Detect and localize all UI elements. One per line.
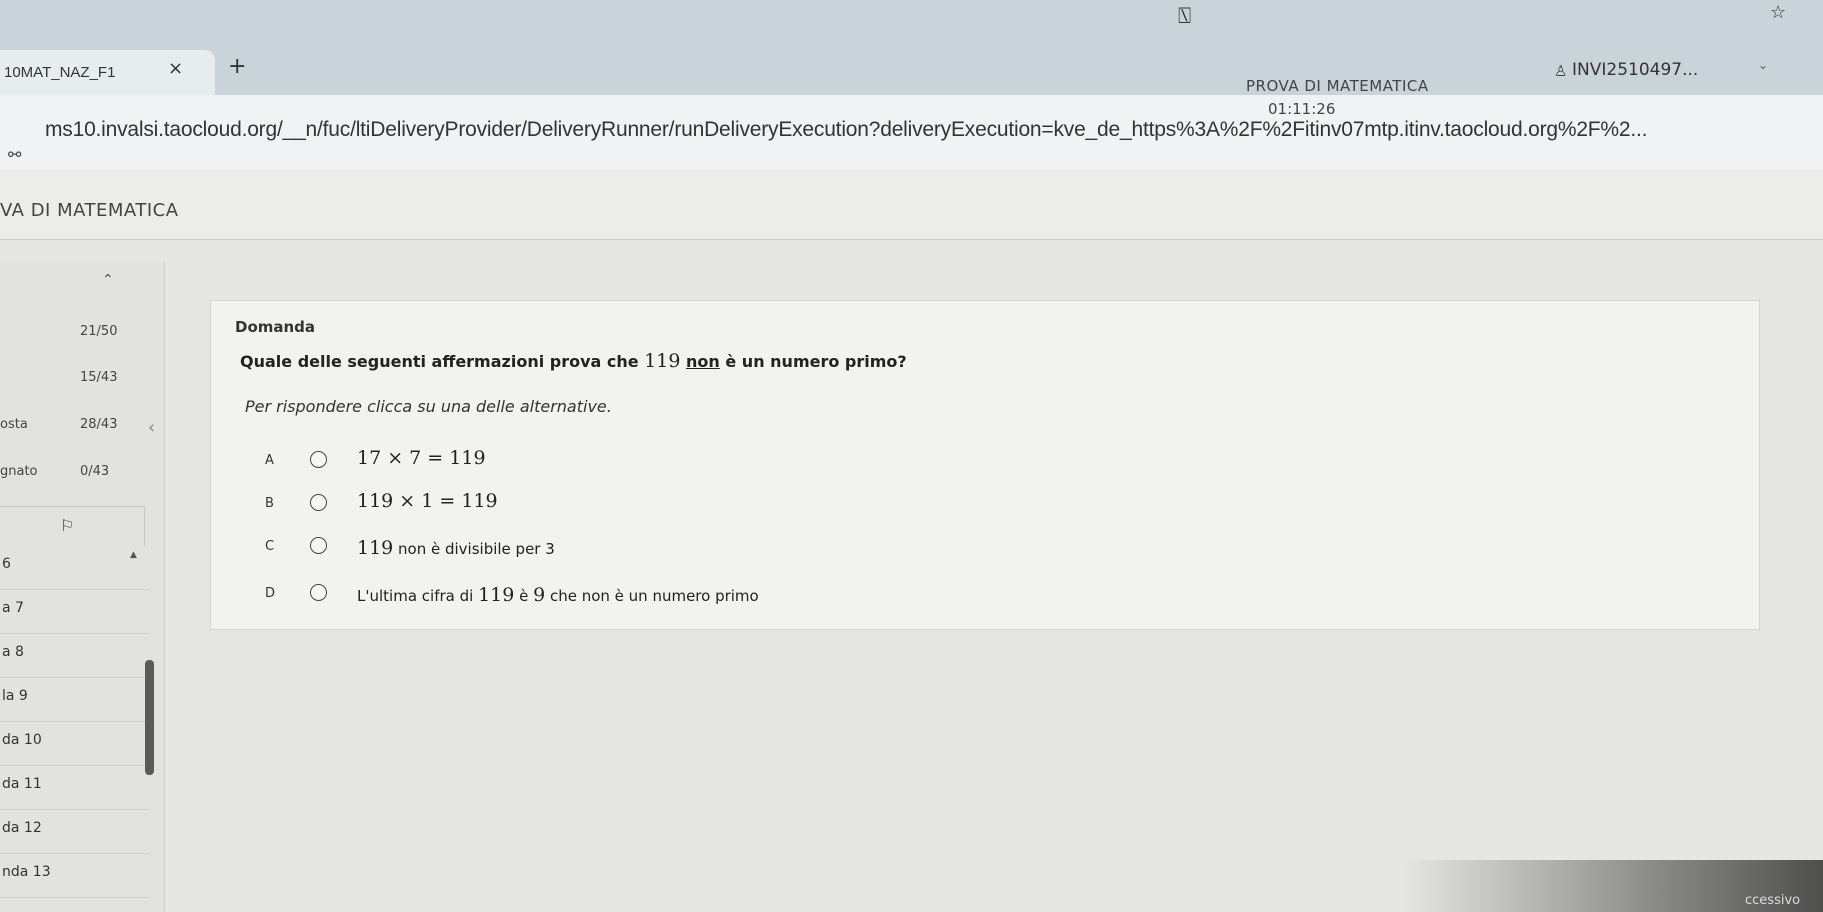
url-text[interactable]: ms10.invalsi.taocloud.org/__n/fuc/ltiDel…: [45, 118, 1647, 142]
choice-text: 119 × 1 = 119: [357, 490, 498, 512]
sidebar-scrollbar[interactable]: [145, 660, 154, 775]
test-title: VA DI MATEMATICA: [0, 200, 179, 221]
question-list-item[interactable]: la 9: [0, 678, 150, 722]
screen: 10MAT_NAZ_F1 × + ⍂ ☆ ⚯ ms10.invalsi.taoc…: [0, 0, 1823, 912]
user-id[interactable]: INVI2510497...: [1572, 60, 1698, 80]
tab-title: 10MAT_NAZ_F1: [4, 64, 116, 81]
choice-letter: B: [265, 496, 274, 511]
question-list-item[interactable]: 6: [0, 546, 150, 590]
collapse-sidebar-icon[interactable]: ‹: [148, 417, 155, 438]
tab-close-icon[interactable]: ×: [168, 58, 183, 79]
bookmark-star-icon[interactable]: ☆: [1770, 2, 1786, 23]
choice-c[interactable]: C 119 non è divisibile per 3: [265, 531, 965, 561]
question-text: Quale delle seguenti affermazioni prova …: [240, 350, 907, 372]
radio-button[interactable]: [310, 494, 327, 511]
test-header: [0, 170, 1823, 240]
choice-text: 119 non è divisibile per 3: [357, 537, 555, 559]
radio-button[interactable]: [310, 584, 327, 601]
choice-b[interactable]: B 119 × 1 = 119: [265, 488, 965, 518]
question-list-item[interactable]: da 10: [0, 722, 150, 766]
question-list-item[interactable]: da 12: [0, 810, 150, 854]
question-list-item[interactable]: a 8: [0, 634, 150, 678]
stat-value: 0/43: [80, 464, 110, 479]
site-settings-icon[interactable]: ⚯: [8, 145, 21, 164]
stat-label: gnato: [0, 464, 38, 479]
choice-letter: D: [265, 586, 276, 601]
stat-unanswered: osta 28/43: [0, 405, 150, 445]
question-instruction: Per rispondere clicca su una delle alter…: [245, 397, 612, 416]
mouse-cursor-icon: ⍂: [1178, 4, 1192, 29]
stat-flagged: gnato 0/43: [0, 452, 150, 492]
chevron-up-icon[interactable]: ⌃: [102, 272, 114, 288]
radio-button[interactable]: [310, 537, 327, 554]
choice-text: 17 × 7 = 119: [357, 447, 486, 469]
stat-value: 21/50: [80, 324, 118, 339]
stat-label: osta: [0, 417, 28, 432]
stat-value: 15/43: [80, 370, 118, 385]
new-tab-icon[interactable]: +: [228, 54, 246, 79]
question-list-item[interactable]: da 11: [0, 766, 150, 810]
choice-letter: C: [265, 539, 275, 554]
next-button-label[interactable]: ccessivo: [1745, 893, 1800, 908]
question-list-item[interactable]: nda 13: [0, 854, 150, 898]
chevron-down-icon[interactable]: ⌄: [1758, 58, 1768, 72]
browser-tab-bar: [0, 0, 1823, 95]
choice-a[interactable]: A 17 × 7 = 119: [265, 445, 965, 475]
choice-text: L'ultima cifra di 119 è 9 che non è un n…: [357, 584, 759, 606]
choice-letter: A: [265, 453, 274, 468]
question-heading: Domanda: [235, 318, 316, 336]
stat-viewed: 15/43: [0, 358, 150, 398]
countdown-timer: 01:11:26: [1268, 100, 1336, 118]
test-name: PROVA DI MATEMATICA: [1246, 77, 1429, 95]
stat-value: 28/43: [80, 417, 118, 432]
radio-button[interactable]: [310, 451, 327, 468]
user-icon: ♙: [1554, 62, 1568, 80]
choice-d[interactable]: D L'ultima cifra di 119 è 9 che non è un…: [265, 578, 965, 608]
stat-answered: 21/50: [0, 312, 150, 352]
flag-icon[interactable]: ⚐: [60, 516, 74, 535]
question-list-item[interactable]: a 7: [0, 590, 150, 634]
